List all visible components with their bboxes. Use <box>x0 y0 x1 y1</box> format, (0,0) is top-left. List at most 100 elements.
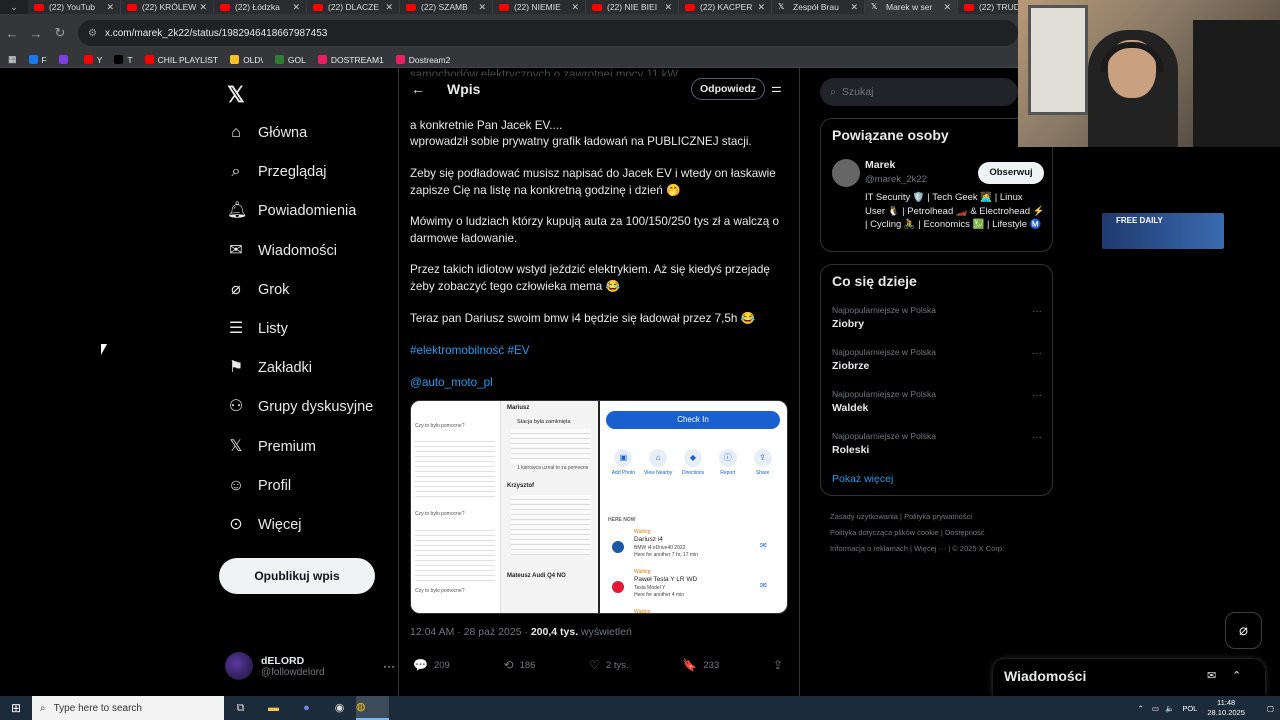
browser-tab[interactable]: 𝕏 Marek w ser ✕ <box>865 0 958 14</box>
close-icon[interactable]: ✕ <box>850 2 858 13</box>
share-action[interactable]: ⇪ <box>773 658 789 672</box>
reply-button[interactable]: Odpowiedz <box>691 78 765 100</box>
bookmark-item[interactable]: OLD\ <box>230 55 263 65</box>
hashtags-link[interactable]: #elektromobilność #EV <box>410 343 790 360</box>
bookmark-item[interactable]: DOSTREAM1 <box>317 55 384 65</box>
publish-button[interactable]: Opublikuj wpis <box>219 558 375 594</box>
media-screenshot-app[interactable]: Check In ▣ Add Photo ⌂ View Nearby ◆ Directio… <box>598 401 787 613</box>
discord-icon[interactable]: ● <box>290 696 323 720</box>
nav-item-przeglądaj[interactable]: ⌕ Przeglądaj <box>227 160 327 184</box>
bookmark-item[interactable]: GOL <box>274 55 306 65</box>
post-timestamp[interactable]: 12:04 AM · 28 paź 2025 · <box>410 626 531 638</box>
back-arrow-icon[interactable]: ← <box>411 81 425 97</box>
like-action[interactable]: ♡ 2 tys. <box>589 658 628 672</box>
x-logo-icon[interactable]: 𝕏 <box>227 82 245 108</box>
bookmark-item[interactable]: F <box>28 55 47 65</box>
close-icon[interactable]: ✕ <box>571 2 579 13</box>
nav-item-główna[interactable]: ⌂ Główna <box>227 121 307 145</box>
bookmark-item[interactable]: CHIL PLAYLIST <box>144 55 218 65</box>
show-more-link[interactable]: Pokaż więcej <box>832 473 893 485</box>
bookmark-item[interactable] <box>58 55 72 65</box>
close-icon[interactable]: ✕ <box>943 2 951 13</box>
repost-action[interactable]: ⟲ 186 <box>504 658 536 672</box>
nav-item-wiadomości[interactable]: ✉ Wiadomości <box>227 239 337 263</box>
messages-drawer[interactable]: Wiadomości ✉ ⌃ <box>993 659 1265 696</box>
close-icon[interactable]: ✕ <box>106 2 114 13</box>
bookmark-item[interactable]: Y <box>83 55 102 65</box>
promo-banner[interactable]: FREE DAILY <box>1102 213 1224 249</box>
browser-tab[interactable]: (22) KRÓLEW ✕ <box>121 0 214 14</box>
footer-link[interactable]: Polityka prywatności <box>904 512 972 521</box>
footer-link[interactable]: © 2025 X Corp. <box>952 544 1004 553</box>
windows-start-icon[interactable]: ⊞ <box>0 696 32 720</box>
browser-tab[interactable]: (22) Łódzka ✕ <box>214 0 307 14</box>
address-bar[interactable]: ⚙ x.com/marek_2k22/status/19829464186679… <box>78 20 1018 46</box>
new-message-icon[interactable]: ✉ <box>1207 669 1216 682</box>
close-icon[interactable]: ✕ <box>292 2 300 13</box>
browser-tab[interactable]: (22) NIEMIE ✕ <box>493 0 586 14</box>
reply-action[interactable]: 💬 209 <box>413 658 450 672</box>
more-dots-icon[interactable]: ··· <box>1032 390 1042 401</box>
close-icon[interactable]: ✕ <box>385 2 393 13</box>
nav-item-premium[interactable]: 𝕏 Premium <box>227 435 316 459</box>
nav-item-grupy-dyskusyjne[interactable]: ⚇ Grupy dyskusyjne <box>227 395 373 419</box>
task-view-icon[interactable]: ⧉ <box>224 696 257 720</box>
person-name[interactable]: Marek <box>865 159 895 171</box>
apps-icon[interactable]: ▦ <box>8 54 17 65</box>
grok-button[interactable]: ⌀ <box>1225 612 1262 649</box>
more-dots-icon[interactable]: ··· <box>1032 306 1042 317</box>
more-dots-icon[interactable]: ··· <box>1032 432 1042 443</box>
browser-tab[interactable]: (22) NIE BIEI ✕ <box>586 0 679 14</box>
nav-item-powiadomienia[interactable]: 🔔︎ Powiadomienia <box>227 199 356 223</box>
browser-tab[interactable]: (22) DLACZE ✕ <box>307 0 400 14</box>
close-icon[interactable]: ✕ <box>757 2 765 13</box>
browser-tab[interactable]: (22) YouTub ✕ <box>28 0 121 14</box>
chrome-icon[interactable]: ◍ <box>356 696 389 720</box>
footer-link[interactable]: Polityka dotycząca plików cookie <box>830 528 939 537</box>
chevron-up-icon[interactable]: ⌃ <box>1232 669 1241 682</box>
nav-item-więcej[interactable]: ⊙ Więcej <box>227 513 301 537</box>
nav-item-zakładki[interactable]: ⚑ Zakładki <box>227 356 312 380</box>
chevron-up-icon[interactable]: ⌃ <box>1138 704 1144 713</box>
trend-item[interactable]: Najpopularniejsze w Polska Waldek ··· <box>821 389 1054 427</box>
tab-search-icon[interactable]: ⌄ <box>0 0 28 14</box>
trend-item[interactable]: Najpopularniejsze w Polska Ziobry ··· <box>821 305 1054 343</box>
nav-item-grok[interactable]: ⌀ Grok <box>227 278 289 302</box>
trend-item[interactable]: Najpopularniejsze w Polska Roleski ··· <box>821 431 1054 469</box>
follow-button[interactable]: Obserwuj <box>978 162 1044 184</box>
footer-link[interactable]: Zasady użytkowania <box>830 512 898 521</box>
footer-link[interactable]: Więcej ··· <box>914 544 946 553</box>
taskbar-search[interactable]: ⌕ Type here to search <box>32 696 224 720</box>
trend-item[interactable]: Najpopularniejsze w Polska Ziobrze ··· <box>821 347 1054 385</box>
reload-icon[interactable]: ↻ <box>48 25 72 41</box>
language-indicator[interactable]: POL <box>1182 704 1197 713</box>
back-icon[interactable]: ← <box>0 26 24 41</box>
more-dots-icon[interactable]: ··· <box>1032 348 1042 359</box>
obs-icon[interactable]: ◉ <box>323 696 356 720</box>
footer-link[interactable]: Dostępność <box>945 528 985 537</box>
browser-tab[interactable]: 𝕏 Zespół Brau ✕ <box>772 0 865 14</box>
network-icon[interactable]: ▭ <box>1152 704 1159 713</box>
site-info-icon[interactable]: ⚙ <box>88 28 97 39</box>
mention-link[interactable]: @auto_moto_pl <box>410 375 790 392</box>
close-icon[interactable]: ✕ <box>664 2 672 13</box>
clock[interactable]: 11:48 28.10.2025 <box>1207 698 1245 718</box>
nav-item-listy[interactable]: ☰ Listy <box>227 317 288 341</box>
media-screenshot-chat[interactable]: Czy to było pomocne? Czy to było pomocne… <box>411 401 598 613</box>
file-explorer-icon[interactable]: ▬ <box>257 696 290 720</box>
search-input[interactable]: ⌕ Szukaj <box>820 78 1018 106</box>
bookmark-action[interactable]: 🔖 233 <box>682 658 719 672</box>
bookmark-item[interactable]: T <box>114 55 133 65</box>
volume-icon[interactable]: 🔈 <box>1165 704 1174 713</box>
close-icon[interactable]: ✕ <box>478 2 486 13</box>
account-switcher[interactable]: dELORD @followdelord ··· <box>225 646 395 686</box>
nav-item-profil[interactable]: ☺ Profil <box>227 474 291 498</box>
forward-icon[interactable]: → <box>24 26 48 41</box>
browser-tab[interactable]: (22) KACPER ✕ <box>679 0 772 14</box>
footer-link[interactable]: Informacja o reklamach <box>830 544 908 553</box>
browser-tab[interactable]: (22) SZAMB ✕ <box>400 0 493 14</box>
avatar[interactable] <box>832 159 860 187</box>
notifications-icon[interactable]: ▢ <box>1267 704 1274 713</box>
post-media[interactable]: Czy to było pomocne? Czy to było pomocne… <box>410 400 788 614</box>
close-icon[interactable]: ✕ <box>199 2 207 13</box>
